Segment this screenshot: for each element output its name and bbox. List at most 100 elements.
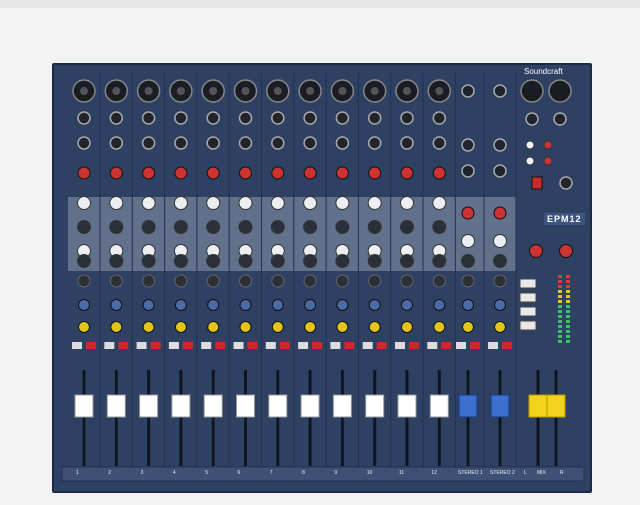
fader-track[interactable] [147, 370, 151, 466]
eq-knob[interactable] [461, 234, 475, 248]
pfl-button[interactable] [182, 342, 193, 349]
aux-knob[interactable] [433, 299, 446, 311]
mute-button[interactable] [265, 342, 276, 349]
eq-knob[interactable] [367, 254, 382, 268]
gain-knob[interactable] [77, 166, 91, 180]
pfl-button[interactable] [502, 342, 512, 349]
eq-knob[interactable] [400, 254, 414, 268]
aux-knob[interactable] [271, 274, 285, 288]
pan-knob[interactable] [304, 321, 317, 333]
gain-knob[interactable] [142, 166, 156, 180]
pfl-button[interactable] [470, 342, 480, 349]
mute-button[interactable] [201, 342, 212, 349]
aux-knob[interactable] [401, 299, 413, 311]
pan-knob[interactable] [174, 321, 187, 333]
pan-knob[interactable] [110, 321, 123, 333]
aux-knob[interactable] [462, 299, 474, 311]
fader-track[interactable] [179, 370, 183, 466]
aux-knob[interactable] [239, 299, 252, 311]
pan-knob[interactable] [401, 321, 413, 333]
gain-knob[interactable] [174, 166, 188, 180]
pan-knob[interactable] [462, 321, 474, 333]
eq-knob[interactable] [206, 254, 221, 268]
aux-knob[interactable] [494, 299, 506, 311]
eq-knob[interactable] [238, 196, 253, 210]
eq-knob[interactable] [303, 254, 318, 268]
gain-knob[interactable] [461, 206, 475, 220]
channel-fader[interactable] [171, 394, 191, 418]
aux-knob[interactable] [78, 299, 90, 311]
mute-button[interactable] [233, 342, 244, 349]
eq-knob[interactable] [493, 254, 507, 268]
eq-knob[interactable] [270, 196, 285, 210]
mute-button[interactable] [168, 342, 179, 349]
aux-knob[interactable] [142, 299, 155, 311]
pfl-button[interactable] [344, 342, 355, 349]
eq-knob[interactable] [77, 196, 91, 210]
eq-knob[interactable] [141, 254, 156, 268]
aux-knob[interactable] [304, 299, 317, 311]
pfl-button[interactable] [215, 342, 226, 349]
eq-knob[interactable] [493, 234, 507, 248]
gain-knob[interactable] [335, 166, 349, 180]
pfl-button[interactable] [312, 342, 323, 349]
aux-knob[interactable] [400, 274, 414, 288]
eq-knob[interactable] [173, 196, 188, 210]
eq-knob[interactable] [400, 220, 414, 234]
channel-fader[interactable] [106, 394, 126, 418]
eq-knob[interactable] [238, 220, 253, 234]
aux-knob[interactable] [493, 274, 507, 288]
aux-knob[interactable] [110, 299, 123, 311]
gain-knob[interactable] [400, 166, 414, 180]
fader-track[interactable] [437, 370, 441, 466]
pan-knob[interactable] [433, 321, 446, 333]
channel-fader[interactable] [365, 394, 385, 418]
eq-knob[interactable] [335, 220, 350, 234]
eq-knob[interactable] [109, 254, 124, 268]
eq-knob[interactable] [77, 254, 91, 268]
fader-track[interactable] [340, 370, 344, 466]
pan-knob[interactable] [239, 321, 252, 333]
gain-knob[interactable] [303, 166, 317, 180]
gain-knob[interactable] [206, 166, 220, 180]
channel-fader[interactable] [139, 394, 159, 418]
master-2trk-button[interactable] [519, 306, 537, 317]
aux-knob[interactable] [207, 299, 220, 311]
pfl-button[interactable] [441, 342, 452, 349]
pfl-button[interactable] [118, 342, 129, 349]
master-fader[interactable] [546, 394, 566, 418]
aux-knob[interactable] [368, 299, 381, 311]
eq-knob[interactable] [173, 220, 188, 234]
channel-fader[interactable] [429, 394, 449, 418]
fader-track[interactable] [498, 370, 502, 466]
eq-knob[interactable] [238, 254, 253, 268]
eq-knob[interactable] [303, 220, 318, 234]
gain-knob[interactable] [432, 166, 446, 180]
aux-knob[interactable] [142, 274, 156, 288]
pan-knob[interactable] [78, 321, 90, 333]
aux-knob[interactable] [432, 274, 446, 288]
mute-button[interactable] [136, 342, 147, 349]
pan-knob[interactable] [207, 321, 220, 333]
stereo-fader[interactable] [458, 394, 478, 418]
fader-track[interactable] [536, 370, 540, 466]
mute-button[interactable] [362, 342, 373, 349]
eq-knob[interactable] [367, 220, 382, 234]
aux-knob[interactable] [303, 274, 317, 288]
fader-track[interactable] [308, 370, 312, 466]
gain-knob[interactable] [368, 166, 382, 180]
master-aux-knob[interactable] [529, 244, 543, 258]
pfl-button[interactable] [376, 342, 387, 349]
aux-knob[interactable] [336, 299, 349, 311]
eq-knob[interactable] [206, 196, 221, 210]
eq-knob[interactable] [141, 196, 156, 210]
eq-knob[interactable] [400, 196, 414, 210]
eq-knob[interactable] [141, 220, 156, 234]
fader-track[interactable] [373, 370, 377, 466]
fader-track[interactable] [554, 370, 558, 466]
fader-track[interactable] [244, 370, 247, 466]
aux-knob[interactable] [206, 274, 220, 288]
channel-fader[interactable] [236, 394, 255, 418]
eq-knob[interactable] [109, 220, 124, 234]
eq-knob[interactable] [206, 220, 221, 234]
